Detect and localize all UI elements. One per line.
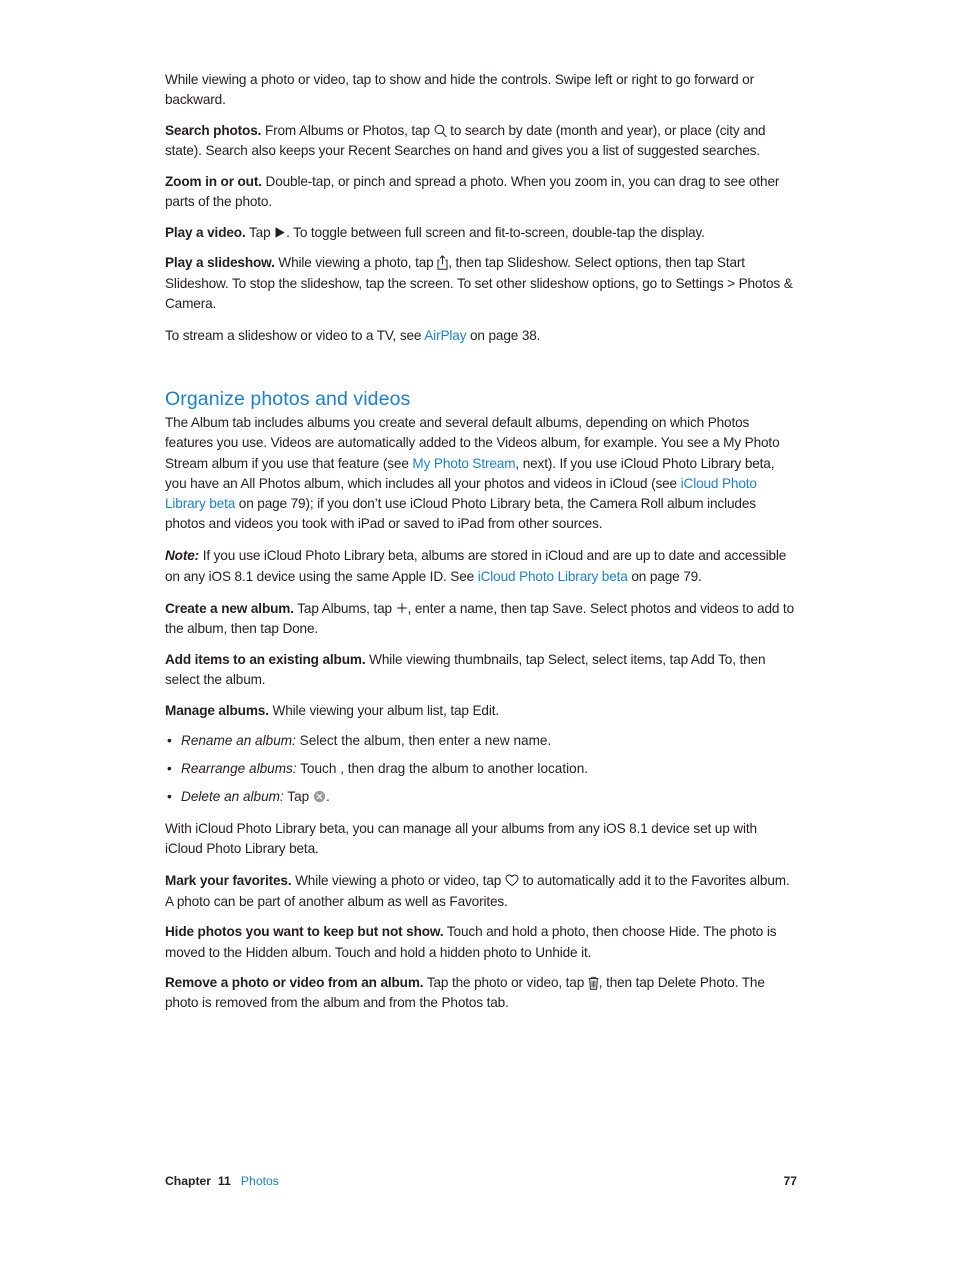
create-album-lead: Create a new album. bbox=[165, 600, 294, 616]
icloud-photo-library-link-2[interactable]: iCloud Photo Library beta bbox=[478, 569, 628, 584]
remove-photo-lead: Remove a photo or video from an album. bbox=[165, 975, 424, 991]
mark-favorites-paragraph: Mark your favorites. While viewing a pho… bbox=[165, 871, 797, 911]
manage-albums-text: While viewing your album list, tap Edit. bbox=[268, 702, 500, 718]
play-slideshow-text-before: While viewing a photo, tap bbox=[274, 255, 438, 271]
zoom-in-out-paragraph: Zoom in or out. Double-tap, or pinch and… bbox=[165, 172, 797, 212]
bullet-dot: • bbox=[167, 788, 172, 804]
bullet-dot: • bbox=[167, 733, 172, 749]
remove-photo-paragraph: Remove a photo or video from an album. T… bbox=[165, 973, 797, 1013]
play-icon bbox=[274, 226, 286, 239]
search-photos-text-before: From Albums or Photos, tap bbox=[261, 122, 434, 138]
page-content: While viewing a photo or video, tap to s… bbox=[165, 70, 797, 1024]
play-video-text-before: Tap bbox=[245, 224, 275, 240]
album-tab-paragraph: The Album tab includes albums you create… bbox=[165, 413, 797, 534]
search-photos-lead: Search photos. bbox=[165, 122, 262, 138]
bullet-text: Select the album, then enter a new name. bbox=[295, 733, 552, 749]
play-video-text-after: . To toggle between full screen and fit-… bbox=[286, 224, 705, 240]
bullet-term: Delete an album: bbox=[181, 788, 284, 804]
add-items-paragraph: Add items to an existing album. While vi… bbox=[165, 650, 797, 690]
list-item: • Rename an album: Select the album, then… bbox=[165, 731, 797, 751]
delete-circle-icon bbox=[313, 790, 326, 803]
list-item: • Rearrange albums: Touch , then drag the… bbox=[165, 759, 797, 779]
bullet-term: Rearrange albums: bbox=[181, 761, 297, 777]
page-footer: Chapter 11 Photos 77 bbox=[165, 1173, 797, 1189]
bullet-text: Touch , then drag the album to another l… bbox=[296, 761, 589, 777]
page-title: Organize photos and videos bbox=[165, 388, 411, 411]
plus-icon bbox=[396, 602, 408, 614]
airplay-link[interactable]: AirPlay bbox=[424, 328, 466, 343]
bullet-text: Tap bbox=[283, 788, 314, 804]
mark-favorites-lead: Mark your favorites. bbox=[165, 873, 292, 889]
play-video-paragraph: Play a video. Tap . To toggle between fu… bbox=[165, 223, 797, 243]
airplay-text-after: on page 38. bbox=[466, 328, 541, 344]
trash-icon bbox=[588, 976, 599, 990]
manage-albums-paragraph: Manage albums. While viewing your album … bbox=[165, 701, 797, 721]
manage-albums-lead: Manage albums. bbox=[165, 702, 269, 718]
play-slideshow-paragraph: Play a slideshow. While viewing a photo,… bbox=[165, 253, 797, 314]
document-page: While viewing a photo or video, tap to s… bbox=[0, 0, 954, 1265]
add-items-lead: Add items to an existing album. bbox=[165, 651, 366, 667]
footer-chapter-number: 11 bbox=[217, 1174, 231, 1188]
note-paragraph: Note: If you use iCloud Photo Library be… bbox=[165, 546, 797, 586]
share-icon bbox=[437, 255, 448, 271]
intro-paragraph: While viewing a photo or video, tap to s… bbox=[165, 72, 754, 108]
play-video-lead: Play a video. bbox=[165, 224, 246, 240]
manage-albums-bullet-list: • Rename an album: Select the album, then… bbox=[165, 731, 797, 807]
search-photos-paragraph: Search photos. From Albums or Photos, ta… bbox=[165, 121, 797, 161]
bullet-text-after: . bbox=[326, 788, 330, 804]
bullet-term: Rename an album: bbox=[181, 733, 296, 749]
footer-chapter-info: Chapter 11 Photos bbox=[165, 1173, 279, 1189]
bullet-dot: • bbox=[167, 761, 172, 777]
create-album-text-before: Tap Albums, tap bbox=[293, 600, 396, 616]
icloud-manage-paragraph: With iCloud Photo Library beta, you can … bbox=[165, 820, 757, 857]
note-lead: Note: bbox=[165, 548, 200, 564]
zoom-in-out-lead: Zoom in or out. bbox=[165, 173, 262, 189]
footer-chapter-link[interactable]: Photos bbox=[241, 1173, 279, 1189]
search-icon bbox=[434, 124, 447, 138]
mark-favorites-text-before: While viewing a photo or video, tap bbox=[291, 873, 505, 889]
heart-icon bbox=[505, 874, 519, 887]
section-heading-block: Organize photos and videos bbox=[165, 387, 797, 411]
airplay-text-before: To stream a slideshow or video to a TV, … bbox=[165, 328, 425, 344]
list-item: • Delete an album: Tap . bbox=[165, 787, 797, 807]
play-slideshow-lead: Play a slideshow. bbox=[165, 255, 275, 271]
footer-page-number: 77 bbox=[783, 1174, 797, 1188]
note-part2: on page 79. bbox=[627, 568, 702, 584]
hide-photos-lead: Hide photos you want to keep but not sho… bbox=[165, 924, 444, 940]
create-album-paragraph: Create a new album. Tap Albums, tap , en… bbox=[165, 599, 797, 639]
hide-photos-paragraph: Hide photos you want to keep but not sho… bbox=[165, 922, 797, 962]
remove-photo-text-before: Tap the photo or video, tap bbox=[423, 975, 588, 991]
album-tab-part3: on page 79); if you don’t use iCloud Pho… bbox=[165, 496, 756, 532]
airplay-paragraph: To stream a slideshow or video to a TV, … bbox=[165, 326, 797, 346]
my-photo-stream-link[interactable]: My Photo Stream bbox=[412, 456, 515, 471]
footer-chapter-word: Chapter bbox=[165, 1174, 212, 1188]
